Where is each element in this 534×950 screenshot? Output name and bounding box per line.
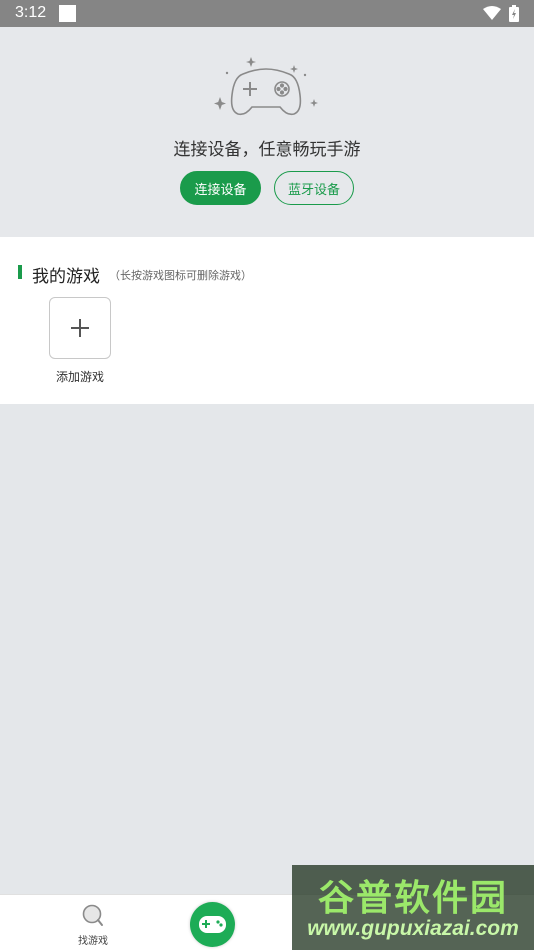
watermark-title: 谷普软件园 (317, 878, 508, 919)
section-accent-bar (18, 265, 22, 279)
search-icon (82, 904, 104, 932)
add-game-button[interactable] (49, 297, 111, 359)
status-bar: 3:12 (0, 0, 534, 27)
battery-icon (509, 5, 519, 26)
bluetooth-device-button[interactable]: 蓝牙设备 (274, 171, 354, 205)
gamepad-sparkle-icon (210, 55, 322, 121)
tab-gamepad[interactable] (190, 902, 235, 947)
tab-find-games[interactable]: 找游戏 (60, 895, 126, 950)
connect-device-button[interactable]: 连接设备 (180, 171, 261, 205)
my-games-section: 我的游戏 （长按游戏图标可删除游戏） 添加游戏 (0, 237, 534, 404)
gamepad-icon (198, 915, 227, 938)
wifi-icon (483, 6, 501, 25)
connect-panel: 连接设备，任意畅玩手游 连接设备 蓝牙设备 (0, 27, 534, 237)
connect-tagline: 连接设备，任意畅玩手游 (173, 140, 361, 160)
notification-square-icon (59, 5, 76, 22)
status-time: 3:12 (15, 4, 47, 21)
tab-find-games-label: 找游戏 (78, 936, 108, 947)
my-games-hint: （长按游戏图标可删除游戏） (109, 269, 252, 282)
plus-icon (69, 317, 91, 343)
watermark-url: www.gupuxiazai.com (307, 917, 519, 940)
my-games-title: 我的游戏 (32, 267, 100, 287)
watermark: 谷普软件园 www.gupuxiazai.com (292, 865, 534, 950)
add-game-label: 添加游戏 (55, 370, 104, 384)
